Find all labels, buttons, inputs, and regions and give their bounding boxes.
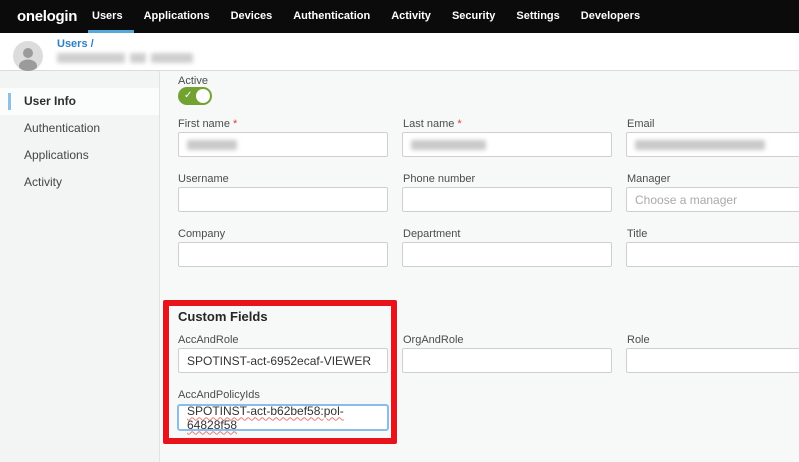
redacted-block <box>151 53 193 63</box>
redacted-block <box>57 53 125 63</box>
department-label: Department <box>403 228 460 240</box>
redacted-value <box>635 140 765 150</box>
user-avatar <box>13 41 43 71</box>
first-name-label: First name* <box>178 118 237 130</box>
active-tab-indicator <box>88 30 134 33</box>
page-header <box>0 33 799 71</box>
onelogin-logo: onelogin <box>17 0 77 33</box>
redacted-block <box>130 53 146 63</box>
required-asterisk: * <box>233 118 237 130</box>
username-label: Username <box>178 173 229 185</box>
person-icon <box>13 41 43 71</box>
sidebar-item-label: Authentication <box>24 121 100 135</box>
acc-and-role-label: AccAndRole <box>178 334 239 346</box>
title-input[interactable] <box>626 242 799 267</box>
acc-and-policy-ids-input[interactable]: SPOTINST-act-b62bef58:pol-64828f58 <box>177 404 389 431</box>
user-detail-sidebar: User Info Authentication Applications Ac… <box>0 71 160 462</box>
active-item-bar <box>8 93 11 110</box>
nav-tab-settings[interactable]: Settings <box>516 0 559 33</box>
first-name-field[interactable] <box>178 132 388 157</box>
redacted-value <box>187 140 237 150</box>
acc-and-policy-ids-label: AccAndPolicyIds <box>178 389 260 401</box>
sidebar-item-activity[interactable]: Activity <box>0 169 159 196</box>
toggle-knob <box>196 89 210 103</box>
manager-input[interactable] <box>626 187 799 212</box>
phone-label: Phone number <box>403 173 475 185</box>
sidebar-item-label: Activity <box>24 175 62 189</box>
org-and-role-input[interactable] <box>402 348 612 373</box>
custom-fields-heading: Custom Fields <box>178 309 268 324</box>
top-nav-items: Users Applications Devices Authenticatio… <box>92 0 640 33</box>
manager-label: Manager <box>627 173 670 185</box>
role-input[interactable] <box>626 348 799 373</box>
nav-tab-activity[interactable]: Activity <box>391 0 431 33</box>
nav-tab-developers[interactable]: Developers <box>581 0 640 33</box>
last-name-label: Last name* <box>403 118 462 130</box>
nav-tab-security[interactable]: Security <box>452 0 495 33</box>
acc-and-policy-ids-value: SPOTINST-act-b62bef58:pol-64828f58 <box>187 404 379 432</box>
nav-tab-authentication[interactable]: Authentication <box>293 0 370 33</box>
email-field[interactable] <box>626 132 799 157</box>
org-and-role-label: OrgAndRole <box>403 334 464 346</box>
sidebar-item-label: User Info <box>24 94 76 108</box>
acc-and-role-input[interactable] <box>178 348 388 373</box>
phone-input[interactable] <box>402 187 612 212</box>
nav-tab-devices[interactable]: Devices <box>231 0 273 33</box>
last-name-field[interactable] <box>402 132 612 157</box>
active-toggle[interactable]: ✓ <box>178 87 212 105</box>
label-text: Last name <box>403 118 454 130</box>
required-asterisk: * <box>457 118 461 130</box>
onelogin-admin-window: onelogin Users Applications Devices Auth… <box>0 0 799 462</box>
top-nav-bar: onelogin Users Applications Devices Auth… <box>0 0 799 33</box>
username-input[interactable] <box>178 187 388 212</box>
role-label: Role <box>627 334 650 346</box>
redacted-value <box>411 140 486 150</box>
sidebar-item-label: Applications <box>24 148 89 162</box>
nav-tab-applications[interactable]: Applications <box>144 0 210 33</box>
check-icon: ✓ <box>184 89 192 103</box>
sidebar-item-user-info[interactable]: User Info <box>0 88 159 115</box>
department-input[interactable] <box>402 242 612 267</box>
company-input[interactable] <box>178 242 388 267</box>
sidebar-item-applications[interactable]: Applications <box>0 142 159 169</box>
company-label: Company <box>178 228 225 240</box>
label-text: First name <box>178 118 230 130</box>
breadcrumb-users-link[interactable]: Users / <box>57 38 94 50</box>
email-label: Email <box>627 118 655 130</box>
user-name-redacted <box>57 53 193 63</box>
title-label: Title <box>627 228 647 240</box>
active-label: Active <box>178 75 208 87</box>
nav-tab-users[interactable]: Users <box>92 0 123 33</box>
sidebar-item-authentication[interactable]: Authentication <box>0 115 159 142</box>
